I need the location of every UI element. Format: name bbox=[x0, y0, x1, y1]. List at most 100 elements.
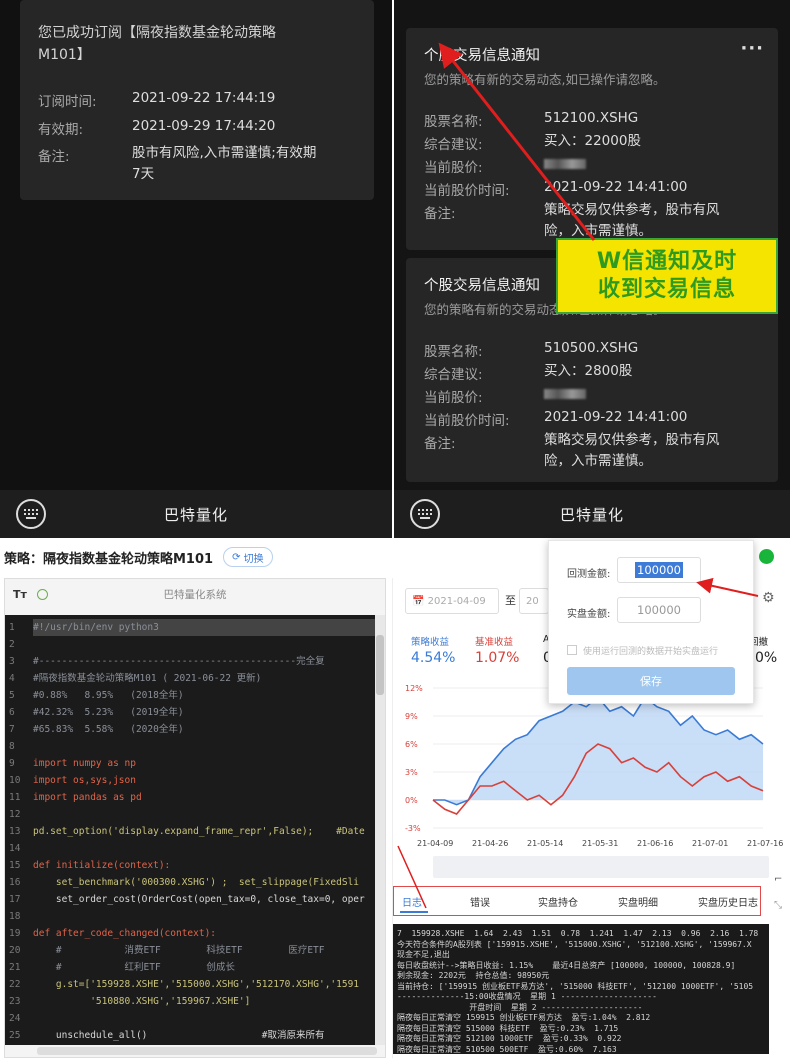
account-menu-label[interactable]: 巴特量化 bbox=[46, 504, 346, 525]
editor-vertical-scrollbar[interactable] bbox=[375, 615, 385, 1045]
code-line: 7 #65.83% 5.58% (2020全年) bbox=[5, 721, 377, 738]
current-price-value-blurred bbox=[544, 384, 586, 405]
line-number: 7 bbox=[9, 724, 15, 735]
log-line: 隔夜每日正常清空 510500 500ETF 盈亏:0.60% 7.163 bbox=[397, 1044, 617, 1054]
code-text: g.st=['159928.XSHE','515000.XSHG','51217… bbox=[33, 979, 360, 990]
strategy-title: 策略：隔夜指数基金轮动策略M101 bbox=[4, 551, 214, 567]
code-line: 21 # 红利ETF 创成长 bbox=[5, 959, 377, 976]
scrollbar-thumb[interactable] bbox=[376, 635, 384, 695]
tab-live-positions[interactable]: 实盘持仓 bbox=[538, 894, 578, 909]
code-line: 25 unschedule_all() #取消原来所有 bbox=[5, 1027, 377, 1044]
date-to-input[interactable]: 20 bbox=[519, 588, 549, 614]
code-editor-panel: Tт 巴特量化系统 1 #!/usr/bin/env python3 2 3 #----… bbox=[4, 578, 386, 1058]
line-number: 22 bbox=[9, 979, 21, 990]
code-text: #65.83% 5.58% (2020全年) bbox=[33, 724, 184, 735]
suggestion-value: 买入：2800股 bbox=[544, 363, 633, 379]
code-line: 24 bbox=[5, 1010, 377, 1027]
price-time-label: 当前股价时间: bbox=[424, 183, 510, 199]
tab-live-details[interactable]: 实盘明细 bbox=[618, 894, 658, 909]
code-line: 17 set_order_cost(OrderCost(open_tax=0, … bbox=[5, 891, 377, 908]
current-price-label: 当前股价: bbox=[424, 390, 483, 406]
tab-errors[interactable]: 错误 bbox=[470, 894, 490, 909]
account-menu-label[interactable]: 巴特量化 bbox=[440, 504, 744, 525]
date-from-value: 2021-04-09 bbox=[427, 595, 486, 607]
date-from-input[interactable]: 📅 2021-04-09 bbox=[405, 588, 499, 614]
x-tick-label: 21-07-01 bbox=[692, 839, 728, 848]
date-to-value: 20 bbox=[526, 595, 539, 607]
line-number: 8 bbox=[9, 741, 15, 752]
backtest-amount-value: 100000 bbox=[635, 562, 683, 578]
price-time-label: 当前股价时间: bbox=[424, 413, 510, 429]
stock-name-value: 510500.XSHG bbox=[544, 340, 639, 356]
subscription-card: 您已成功订阅【隔夜指数基金轮动策略 M101】 订阅时间: 2021-09-22… bbox=[20, 0, 374, 200]
code-text: import os,sys,json bbox=[33, 775, 136, 786]
log-line: 开盘时间 星期 2 --------------------- bbox=[397, 1002, 643, 1012]
line-number: 14 bbox=[9, 843, 21, 854]
suggestion-label: 综合建议: bbox=[424, 137, 483, 153]
line-number: 4 bbox=[9, 673, 15, 684]
backtest-amount-input[interactable]: 100000 bbox=[617, 557, 701, 583]
keyboard-icon[interactable] bbox=[410, 499, 440, 529]
use-backtest-data-label: 使用运行回测的数据开始实盘运行 bbox=[583, 647, 719, 657]
y-tick-label: 6% bbox=[405, 740, 418, 749]
line-number: 24 bbox=[9, 1013, 21, 1024]
x-tick-label: 21-04-26 bbox=[472, 839, 508, 848]
log-line: 隔夜每日正常清空 512100 1000ETF 盈亏:0.33% 0.922 bbox=[397, 1034, 622, 1043]
code-text: set_order_cost(OrderCost(open_tax=0, clo… bbox=[33, 894, 365, 905]
line-number: 5 bbox=[9, 690, 15, 701]
more-options-icon[interactable]: ··· bbox=[740, 38, 764, 59]
trade-notice-desc: 您的策略有新的交易动态,如已操作请忽略。 bbox=[424, 72, 666, 87]
code-text: #42.32% 5.23% (2019全年) bbox=[33, 707, 184, 718]
line-number: 18 bbox=[9, 911, 21, 922]
amount-settings-popup: 回测金额: 100000 实盘金额: 100000 使用运行回测的数据开始实盘运… bbox=[548, 540, 754, 704]
line-number: 9 bbox=[9, 758, 15, 769]
trade-notice-card: 个股交易信息通知 ··· 您的策略有新的交易动态,如已操作请忽略。 股票名称: … bbox=[406, 28, 778, 250]
log-line: 隔夜每日正常清空 159915 创业板ETF易方达 盈亏:1.04% 2.812 bbox=[397, 1013, 651, 1022]
live-amount-input[interactable]: 100000 bbox=[617, 597, 701, 623]
result-tab-bar: 日志 错误 实盘持仓 实盘明细 实盘历史日志 bbox=[393, 886, 761, 916]
subscription-msg-line2: M101】 bbox=[38, 47, 91, 63]
code-line: 14 bbox=[5, 840, 377, 857]
note-value-line2: 7天 bbox=[132, 166, 155, 182]
benchmark-return-label: 基准收益 bbox=[475, 637, 514, 648]
expand-icon[interactable]: ⤡ bbox=[774, 900, 782, 911]
stock-name-label: 股票名称: bbox=[424, 114, 483, 130]
keyboard-icon[interactable] bbox=[16, 499, 46, 529]
log-output[interactable]: 7 159928.XSHE 1.64 2.43 1.51 0.78 1.241 … bbox=[393, 924, 769, 1054]
code-area[interactable]: 1 #!/usr/bin/env python3 2 3 #--------------… bbox=[5, 615, 377, 1045]
chart-range-navigator[interactable] bbox=[433, 856, 769, 878]
code-text: def after_code_changed(context): bbox=[33, 928, 217, 939]
code-text: import numpy as np bbox=[33, 758, 136, 769]
tab-log[interactable]: 日志 bbox=[402, 894, 422, 909]
remark-value-line2: 险，入市需谨慎。 bbox=[544, 453, 652, 469]
remark-label: 备注: bbox=[424, 206, 456, 222]
price-time-value: 2021-09-22 14:41:00 bbox=[544, 179, 688, 195]
use-backtest-data-checkbox[interactable] bbox=[567, 645, 577, 655]
line-number: 25 bbox=[9, 1030, 21, 1041]
editor-horizontal-scrollbar[interactable] bbox=[37, 1047, 377, 1055]
code-line: 15 def initialize(context): bbox=[5, 857, 377, 874]
live-amount-value: 100000 bbox=[637, 603, 681, 617]
gear-icon[interactable]: ⚙ bbox=[762, 590, 775, 606]
log-line: 现金不足,退出 bbox=[397, 950, 450, 959]
wechat-icon[interactable] bbox=[759, 549, 774, 564]
subscription-msg-line1: 您已成功订阅【隔夜指数基金轮动策略 bbox=[38, 25, 276, 41]
tab-live-history-log[interactable]: 实盘历史日志 bbox=[698, 894, 758, 909]
active-tab-underline bbox=[400, 911, 428, 913]
code-line: 12 bbox=[5, 806, 377, 823]
line-number: 6 bbox=[9, 707, 15, 718]
log-line: 7 159928.XSHE 1.64 2.43 1.51 0.78 1.241 … bbox=[397, 929, 759, 938]
switch-label: 切换 bbox=[243, 553, 264, 565]
remark-value: 策略交易仅供参考，股市有风 bbox=[544, 432, 720, 448]
code-line: 4 #隔夜指数基金轮动策略M101 ( 2021-06-22 更新) bbox=[5, 670, 377, 687]
banner-line2: 收到交易信息 bbox=[597, 277, 736, 302]
save-button[interactable]: 保存 bbox=[567, 667, 735, 695]
code-line: 9 import numpy as np bbox=[5, 755, 377, 772]
stock-name-value: 512100.XSHG bbox=[544, 110, 639, 126]
remark-value: 策略交易仅供参考，股市有风 bbox=[544, 202, 720, 218]
switch-button[interactable]: ⟳ 切换 bbox=[223, 547, 273, 567]
line-number: 13 bbox=[9, 826, 21, 837]
phone-right-bottom-bar: 巴特量化 bbox=[394, 490, 790, 538]
strategy-return-area bbox=[433, 697, 763, 805]
live-amount-label: 实盘金额: bbox=[567, 609, 611, 620]
